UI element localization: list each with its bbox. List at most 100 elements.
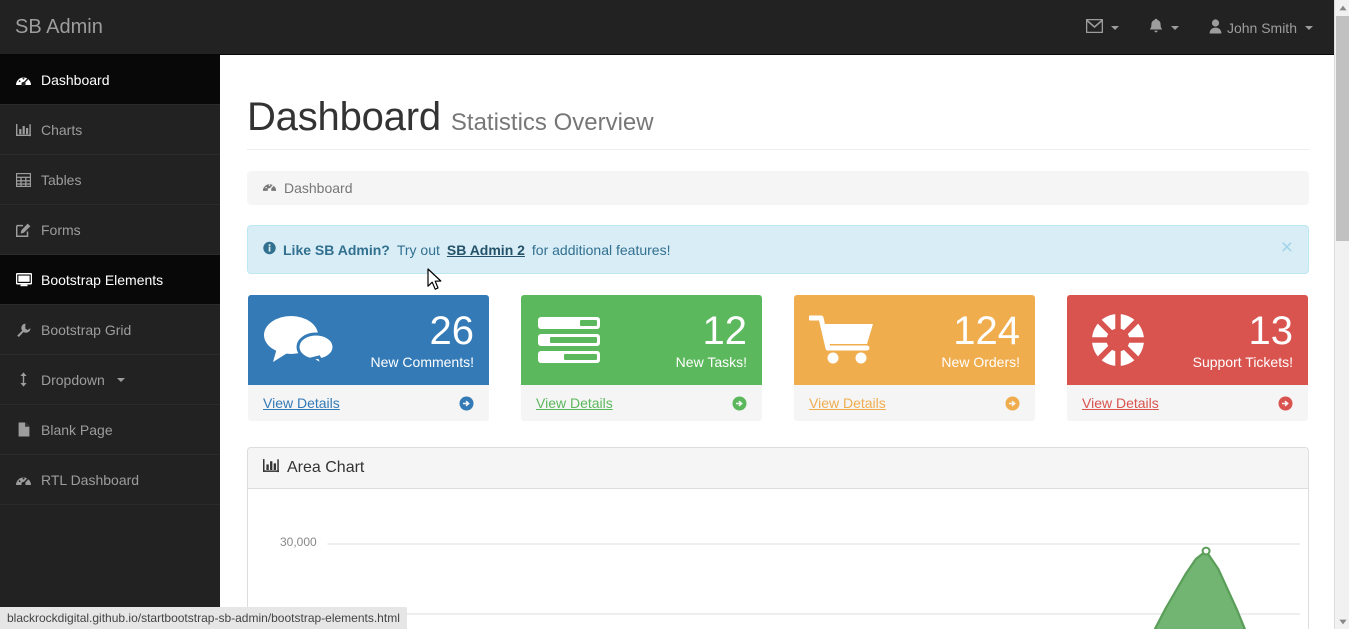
sidebar-item-bootstrap-elements[interactable]: Bootstrap Elements (0, 255, 220, 305)
stat-count: 12 (702, 309, 748, 353)
data-point-green (1201, 546, 1211, 556)
sidebar-item-label: Forms (41, 221, 81, 238)
stat-panel-tasks[interactable]: 12 New Tasks! View Details (520, 294, 763, 422)
scroll-up-arrow-icon[interactable] (1335, 0, 1349, 15)
stat-panel-numbers: 12 New Tasks! (622, 310, 747, 370)
stat-label: Support Tickets! (1192, 354, 1293, 370)
sidebar-item-charts[interactable]: Charts (0, 105, 220, 155)
area-chart-body[interactable]: 30,000 22,500 (248, 489, 1308, 629)
view-details-label: View Details (263, 395, 340, 411)
sidebar-item-label: Bootstrap Elements (41, 271, 164, 288)
alert-strong-text: Like SB Admin? (283, 241, 390, 258)
user-dropdown[interactable]: John Smith (1194, 0, 1328, 55)
area-chart-panel: Area Chart 30,000 (247, 447, 1309, 629)
stat-panel-numbers: 13 Support Tickets! (1168, 310, 1293, 370)
browser-viewport: SB Admin John Smith Dashboard Charts Tab… (0, 0, 1349, 629)
page-header: Dashboard Statistics Overview (247, 95, 1309, 150)
close-icon[interactable]: × (1281, 237, 1293, 258)
stat-panel-numbers: 26 New Comments! (349, 310, 474, 370)
y-axis-tick-30000: 30,000 (280, 535, 317, 549)
stat-count: 124 (953, 309, 1020, 353)
scrollbar-thumb[interactable] (1336, 16, 1349, 241)
messages-dropdown[interactable] (1071, 0, 1134, 55)
scroll-down-arrow-icon[interactable] (1335, 614, 1349, 629)
dashboard-icon (15, 473, 32, 487)
sidebar-item-label: Tables (41, 171, 82, 188)
sidebar-item-label: Dropdown (41, 371, 105, 388)
arrow-circle-right-icon (1005, 396, 1020, 411)
info-circle-icon (263, 241, 276, 258)
sidebar-item-forms[interactable]: Forms (0, 205, 220, 255)
stat-panel-body: 124 New Orders! (794, 295, 1035, 385)
info-alert: Like SB Admin? Try out SB Admin 2 for ad… (247, 225, 1309, 274)
desktop-icon (15, 272, 32, 287)
view-details-link[interactable]: View Details (794, 385, 1035, 421)
area-chart-svg (327, 543, 1300, 629)
sidebar-item-label: Charts (41, 121, 83, 138)
arrow-circle-right-icon (459, 396, 474, 411)
area-chart-title: Area Chart (287, 459, 365, 476)
status-bar-url: blackrockdigital.github.io/startbootstra… (0, 607, 407, 629)
stat-label: New Orders! (941, 354, 1020, 370)
view-details-link[interactable]: View Details (521, 385, 762, 421)
sidebar-item-label: Blank Page (41, 421, 113, 438)
vertical-scrollbar[interactable] (1334, 0, 1349, 629)
sidebar: Dashboard Charts Tables Forms Bootstrap … (0, 55, 220, 629)
stat-count: 26 (429, 309, 475, 353)
life-ring-icon (1082, 312, 1168, 368)
breadcrumb-item-active: Dashboard (284, 180, 353, 196)
chevron-down-icon (1110, 25, 1119, 30)
stat-panel-orders[interactable]: 124 New Orders! View Details (793, 294, 1036, 422)
sidebar-item-dashboard[interactable]: Dashboard (0, 55, 220, 105)
arrow-circle-right-icon (732, 396, 747, 411)
alerts-dropdown[interactable] (1134, 0, 1194, 55)
view-details-link[interactable]: View Details (248, 385, 489, 421)
area-chart-header: Area Chart (248, 448, 1308, 489)
page-subtitle: Statistics Overview (450, 109, 654, 136)
arrows-v-icon (15, 372, 32, 387)
view-details-label: View Details (536, 395, 613, 411)
stat-panel-support[interactable]: 13 Support Tickets! View Details (1066, 294, 1309, 422)
bar-chart-icon (15, 123, 32, 137)
arrow-circle-right-icon (1278, 396, 1293, 411)
stat-panel-body: 13 Support Tickets! (1067, 295, 1308, 385)
view-details-link[interactable]: View Details (1067, 385, 1308, 421)
brand-link[interactable]: SB Admin (15, 0, 103, 55)
sidebar-item-blank-page[interactable]: Blank Page (0, 405, 220, 455)
stat-count: 13 (1248, 309, 1294, 353)
sidebar-item-label: Dashboard (41, 71, 110, 88)
bell-icon (1149, 18, 1163, 37)
table-icon (15, 172, 32, 187)
chevron-down-icon (1170, 25, 1179, 30)
view-details-label: View Details (809, 395, 886, 411)
main-content: Dashboard Statistics Overview Dashboard (222, 55, 1334, 629)
dashboard-icon (15, 73, 32, 87)
wrench-icon (15, 323, 32, 337)
stat-panel-row: 26 New Comments! View Details 12 New Tas… (247, 294, 1309, 422)
comments-icon (263, 314, 349, 366)
sidebar-item-bootstrap-grid[interactable]: Bootstrap Grid (0, 305, 220, 355)
stat-panel-numbers: 124 New Orders! (895, 310, 1020, 370)
stat-panel-body: 12 New Tasks! (521, 295, 762, 385)
breadcrumb: Dashboard (247, 171, 1309, 205)
top-navbar: SB Admin John Smith (0, 0, 1334, 55)
alert-text-before: Try out (396, 241, 440, 258)
tasks-icon (536, 314, 622, 366)
stat-panel-body: 26 New Comments! (248, 295, 489, 385)
sidebar-item-tables[interactable]: Tables (0, 155, 220, 205)
view-details-label: View Details (1082, 395, 1159, 411)
stat-label: New Tasks! (675, 354, 747, 370)
edit-icon (15, 223, 32, 237)
user-icon (1209, 18, 1222, 37)
chevron-down-icon (116, 377, 125, 382)
file-icon (15, 422, 32, 437)
sidebar-item-rtl-dashboard[interactable]: RTL Dashboard (0, 455, 220, 505)
chevron-down-icon (1305, 25, 1313, 30)
dashboard-icon (262, 180, 277, 196)
user-name-label: John Smith (1226, 19, 1297, 36)
alert-link[interactable]: SB Admin 2 (447, 242, 525, 258)
navbar-right-group: John Smith (1071, 0, 1328, 55)
stat-panel-comments[interactable]: 26 New Comments! View Details (247, 294, 490, 422)
sidebar-item-dropdown[interactable]: Dropdown (0, 355, 220, 405)
stat-label: New Comments! (370, 354, 474, 370)
